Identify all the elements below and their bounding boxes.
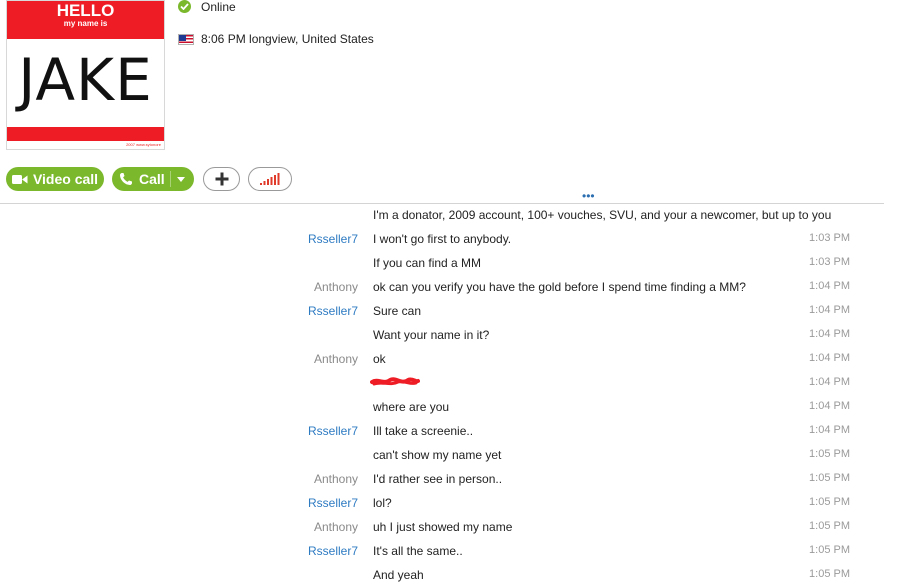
- avatar-copyright: 2007 www.sytonore: [126, 142, 161, 147]
- message-row[interactable]: Rsseller7 It's all the same.. 1:05 PM: [0, 538, 905, 562]
- message-timestamp: 1:04 PM: [809, 280, 850, 292]
- add-participant-button[interactable]: [203, 167, 240, 191]
- online-check-icon: [178, 0, 191, 13]
- phone-icon: [120, 173, 132, 185]
- avatar-subtext: my name is: [63, 19, 108, 28]
- video-call-label: Video call: [32, 171, 99, 187]
- message-sender[interactable]: Rsseller7: [308, 304, 358, 318]
- message-timestamp: 1:05 PM: [809, 448, 850, 460]
- message-text: can't show my name yet: [373, 448, 502, 462]
- message-sender[interactable]: Anthony: [314, 472, 358, 486]
- message-row[interactable]: Want your name in it? 1:04 PM: [0, 322, 905, 346]
- message-timestamp: 1:04 PM: [809, 376, 850, 388]
- message-row[interactable]: I'm a donator, 2009 account, 100+ vouche…: [0, 202, 905, 226]
- location-label: 8:06 PM longview, United States: [201, 32, 374, 46]
- message-timestamp: 1:05 PM: [809, 496, 850, 508]
- message-timestamp: 1:04 PM: [809, 400, 850, 412]
- status-label: Online: [201, 0, 236, 14]
- message-row[interactable]: Anthony I'd rather see in person.. 1:05 PM: [0, 466, 905, 490]
- message-text: Want your name in it?: [373, 328, 490, 342]
- avatar-name-text: JAKE: [18, 46, 153, 114]
- message-text: uh I just showed my name: [373, 520, 513, 534]
- avatar-bottom-band: [7, 127, 164, 141]
- message-row[interactable]: If you can find a MM 1:03 PM: [0, 250, 905, 274]
- message-row[interactable]: can't show my name yet 1:05 PM: [0, 442, 905, 466]
- conversation-window: HELLO my name is JAKE 2007 www.sytonore …: [0, 0, 905, 588]
- message-timestamp: 1:05 PM: [809, 568, 850, 580]
- video-camera-icon: [11, 174, 28, 184]
- call-button[interactable]: Call: [112, 167, 194, 191]
- plus-icon: [215, 172, 228, 186]
- message-timestamp: 1:03 PM: [809, 232, 850, 244]
- us-flag-icon: [178, 33, 194, 45]
- message-text: Ill take a screenie..: [373, 424, 474, 438]
- message-row[interactable]: where are you 1:04 PM: [0, 394, 905, 418]
- message-sender[interactable]: Rsseller7: [308, 232, 358, 246]
- message-sender[interactable]: Anthony: [314, 280, 358, 294]
- message-text: I won't go first to anybody.: [373, 232, 512, 246]
- message-text: ok: [373, 352, 386, 366]
- avatar-top-band: HELLO my name is: [7, 1, 164, 39]
- call-label: Call: [139, 171, 165, 187]
- message-row[interactable]: Rsseller7 Ill take a screenie.. 1:04 PM: [0, 418, 905, 442]
- message-timestamp: 1:04 PM: [809, 304, 850, 316]
- message-text: lol?: [373, 496, 392, 510]
- message-text: I'm a donator, 2009 account, 100+ vouche…: [373, 208, 832, 222]
- message-sender[interactable]: Rsseller7: [308, 496, 358, 510]
- message-text: And yeah: [373, 568, 424, 582]
- message-text: I'd rather see in person..: [373, 472, 503, 486]
- message-sender[interactable]: Rsseller7: [308, 424, 358, 438]
- message-timestamp: 1:05 PM: [809, 544, 850, 556]
- call-quality-button[interactable]: [248, 167, 292, 191]
- message-row[interactable]: Anthony uh I just showed my name 1:05 PM: [0, 514, 905, 538]
- video-call-button[interactable]: Video call: [6, 167, 104, 191]
- message-row[interactable]: Rsseller7 Sure can 1:04 PM: [0, 298, 905, 322]
- message-row[interactable]: Anthony ok 1:04 PM: [0, 346, 905, 370]
- resize-grip-icon[interactable]: •••: [582, 190, 595, 202]
- chevron-down-icon[interactable]: [177, 177, 185, 182]
- call-split-divider: [170, 171, 171, 187]
- message-timestamp: 1:04 PM: [809, 328, 850, 340]
- contact-location: 8:06 PM longview, United States: [178, 32, 374, 46]
- message-text: ok can you verify you have the gold befo…: [373, 280, 746, 294]
- message-timestamp: 1:03 PM: [809, 256, 850, 268]
- contact-avatar[interactable]: HELLO my name is JAKE 2007 www.sytonore: [6, 0, 165, 150]
- message-sender[interactable]: Anthony: [314, 520, 358, 534]
- message-text: It's all the same..: [373, 544, 463, 558]
- contact-status: Online: [178, 0, 236, 14]
- signal-bars-icon: [260, 173, 280, 185]
- message-row[interactable]: Anthony ok can you verify you have the go…: [0, 274, 905, 298]
- message-text: If you can find a MM: [373, 256, 482, 270]
- message-row[interactable]: Rsseller7 lol? 1:05 PM: [0, 490, 905, 514]
- message-sender[interactable]: Rsseller7: [308, 544, 358, 558]
- message-history[interactable]: I'm a donator, 2009 account, 100+ vouche…: [0, 202, 905, 586]
- avatar-hello-text: HELLO: [56, 1, 115, 20]
- message-row[interactable]: Rsseller7 I won't go first to anybody. 1:0…: [0, 226, 905, 250]
- message-sender[interactable]: Anthony: [314, 352, 358, 366]
- message-timestamp: 1:05 PM: [809, 472, 850, 484]
- message-text: Sure can: [373, 304, 422, 318]
- redaction-scribble: [370, 376, 420, 388]
- message-timestamp: 1:05 PM: [809, 520, 850, 532]
- message-timestamp: 1:04 PM: [809, 352, 850, 364]
- message-timestamp: 1:04 PM: [809, 424, 850, 436]
- message-row[interactable]: And yeah 1:05 PM: [0, 562, 905, 586]
- message-row[interactable]: 1:04 PM: [0, 370, 905, 394]
- message-text: where are you: [373, 400, 450, 414]
